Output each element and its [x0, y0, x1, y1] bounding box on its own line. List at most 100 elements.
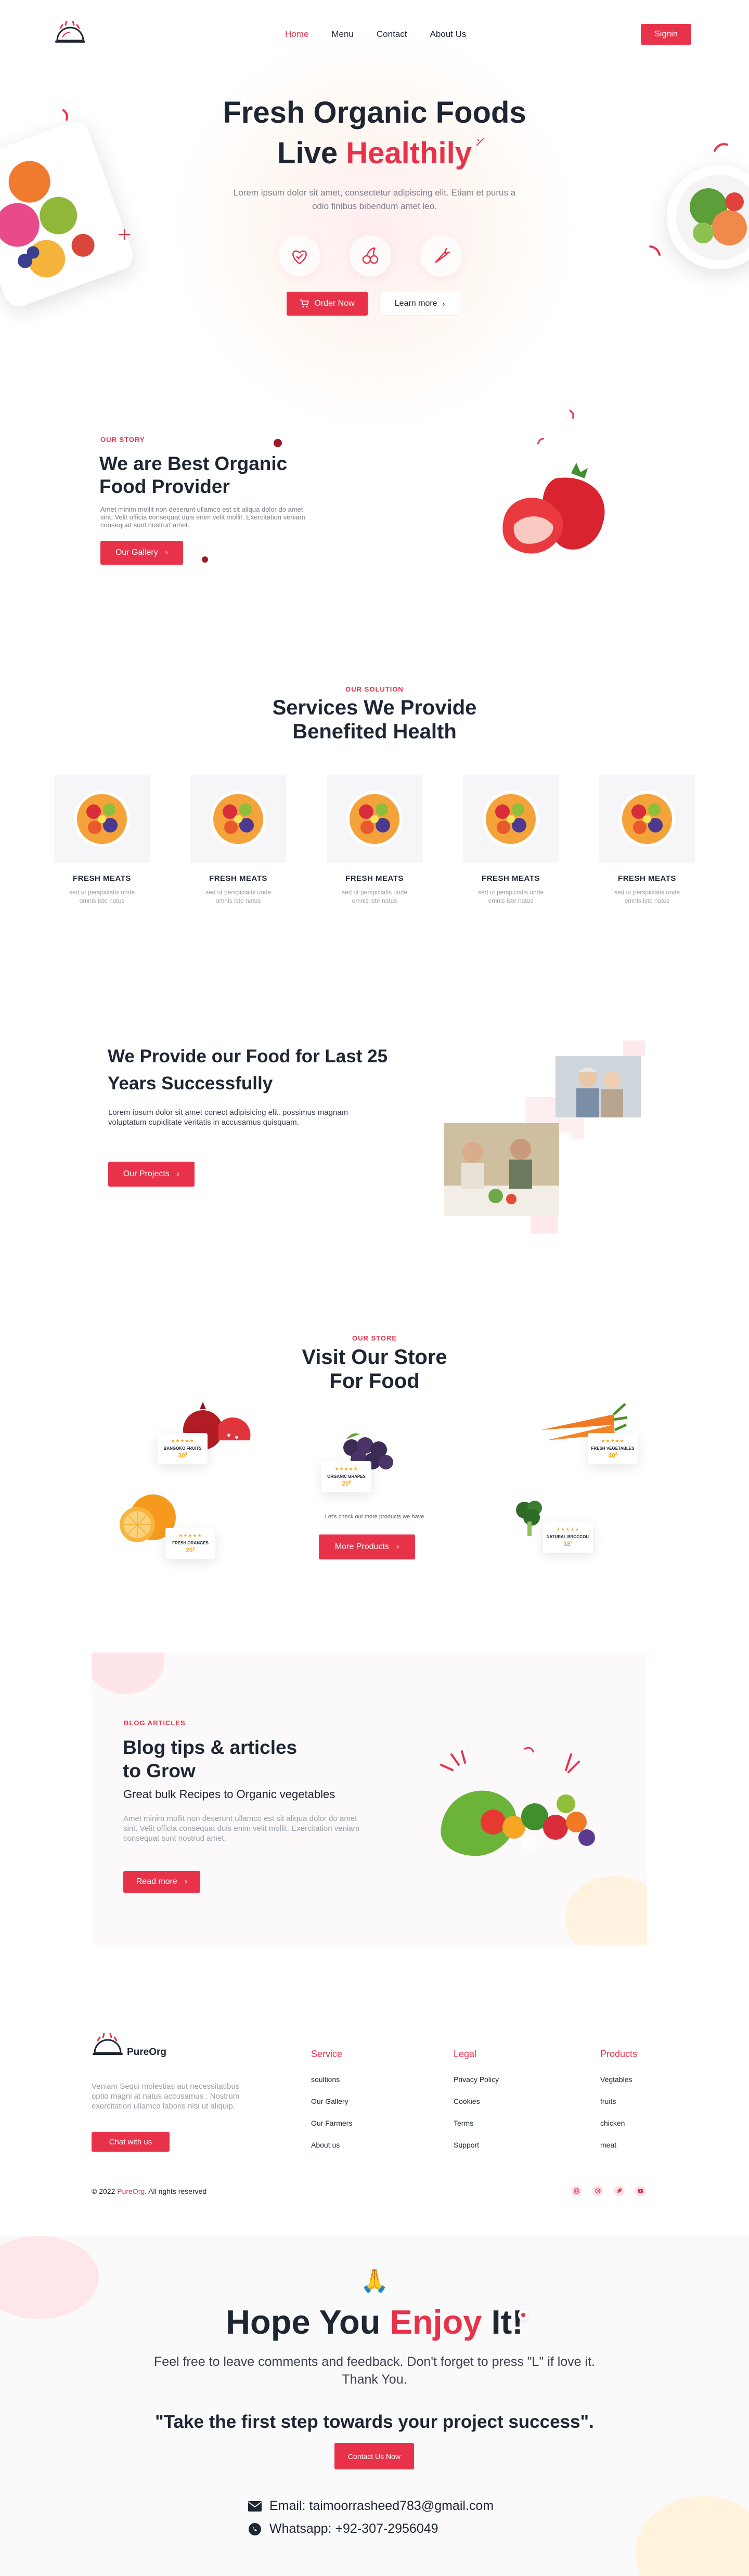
decor-blob [565, 1876, 647, 1945]
our-projects-button[interactable]: Our Projects › [108, 1162, 195, 1187]
copyright: © 2022 PureOrg. All rights reserved [92, 2187, 207, 2195]
story-text: Amet minim mollit non deserunt ullamco e… [100, 505, 305, 529]
blog-subtitle: Great bulk Recipes to Organic vegetables [123, 1788, 335, 1801]
product-card[interactable]: ★★★★★ NATURAL BROCCOLI 18$ [543, 1521, 593, 1553]
footer-link[interactable]: Vegtables [600, 2075, 637, 2084]
hero-icon-carrot [420, 235, 462, 277]
elderly-couple-photo [556, 1056, 641, 1117]
signin-button[interactable]: Signin [641, 24, 691, 45]
whatsapp-icon [249, 2522, 261, 2535]
hero-icons [279, 235, 462, 277]
decor-blob [92, 1653, 164, 1694]
footer-col-title: Products [600, 2049, 638, 2059]
footer-text: Veniam Sequi molestias aut necessitatibu… [92, 2082, 240, 2111]
footer-link[interactable]: Support [454, 2141, 499, 2149]
footer-link[interactable]: Privacy Policy [454, 2075, 499, 2084]
service-desc: sed ut perspiciatis unde omnis iste natu… [205, 889, 272, 904]
footer-link[interactable]: meat [600, 2141, 637, 2149]
service-image [599, 775, 695, 863]
sparkle-icon [119, 229, 130, 240]
services-title: Services We Provide Benefited Health [272, 696, 477, 743]
footer-link[interactable]: soultions [311, 2075, 352, 2084]
product-card[interactable]: ★★★★★ ORGANIC GRAPES 20$ [321, 1461, 371, 1492]
blog-title: Blog tips & articles to Grow [123, 1737, 298, 1781]
chili-icon [569, 409, 574, 419]
strawberry-image [502, 463, 605, 554]
whatsapp-line[interactable]: Whatsapp: +92-307-2956049 [248, 2521, 438, 2536]
family-cooking-photo [444, 1123, 559, 1216]
hero-icon-apple [279, 235, 320, 277]
service-name: FRESH MEATS [345, 874, 404, 883]
service-desc: sed ut perspiciatis unde omnis iste natu… [477, 889, 544, 904]
service-name: FRESH MEATS [73, 874, 131, 883]
youtube-icon[interactable] [635, 2185, 646, 2196]
chat-with-us-button[interactable]: Chat with us [92, 2132, 170, 2152]
footer-link[interactable]: fruits [600, 2097, 637, 2105]
service-card[interactable]: FRESH MEATS sed ut perspiciatis unde omn… [463, 775, 559, 905]
service-image [463, 775, 559, 863]
our-gallery-button[interactable]: Our Gallery › [100, 541, 183, 565]
footer-col-products: Products Vegtables fruits chicken meat [600, 2049, 637, 2163]
logo-icon[interactable] [54, 21, 86, 45]
page: Home Menu Contact About Us Signin [0, 0, 749, 2576]
instagram-icon[interactable] [571, 2185, 582, 2196]
cherry-icon [362, 247, 379, 264]
product-card[interactable]: ★★★★★ FRESH VEGETABLES 40$ [588, 1433, 638, 1464]
fruit-bowl-icon [483, 791, 539, 847]
vegetables-image [440, 1747, 595, 1856]
contact-us-button[interactable]: Contact Us Now [334, 2443, 414, 2469]
footer-col-legal: Legal Privacy Policy Cookies Terms Suppo… [454, 2049, 499, 2163]
chevron-right-icon: › [176, 1169, 180, 1178]
footer-link[interactable]: Our Gallery [311, 2097, 352, 2105]
footer-link[interactable]: Terms [454, 2119, 499, 2127]
years-text: Lorem ipsum dolor sit amet conect adipis… [108, 1108, 348, 1127]
store-eyebrow: OUR STORE [352, 1334, 397, 1342]
email-line[interactable]: Email: taimoorrasheed783@gmail.com [248, 2499, 494, 2514]
thanks-section: 🙏 Hope You Enjoy It! Feel free to leave … [0, 2236, 749, 2576]
social-links [571, 2185, 646, 2196]
order-now-button[interactable]: Order Now [287, 292, 368, 316]
product-card[interactable]: ★★★★★ FRESH ORANGES 25$ [165, 1528, 215, 1559]
service-card[interactable]: FRESH MEATS sed ut perspiciatis unde omn… [327, 775, 422, 905]
footer-link[interactable]: Cookies [454, 2097, 499, 2105]
footer-brand: PureOrg [127, 2047, 167, 2058]
story-eyebrow: OUR STORY [100, 436, 145, 444]
service-card[interactable]: FRESH MEATS sed ut perspiciatis unde omn… [54, 775, 150, 905]
footer-link[interactable]: Our Farmers [311, 2119, 352, 2127]
footer-link[interactable]: chicken [600, 2119, 637, 2127]
learn-more-button[interactable]: Learn more › [379, 292, 460, 316]
decor-blob [636, 2496, 749, 2576]
nav-home[interactable]: Home [285, 29, 308, 40]
product-card[interactable]: ★★★★★ BANGOKO FRUITS 30$ [158, 1433, 208, 1464]
decor-dot [518, 2310, 528, 2320]
store-desc: Let's check out more products we have [325, 1514, 424, 1520]
read-more-button[interactable]: Read more › [123, 1871, 200, 1893]
email-icon [248, 2501, 262, 2512]
service-image [327, 775, 422, 863]
cherry-icon [202, 556, 208, 563]
hero-glow [166, 31, 583, 426]
cart-icon [300, 300, 309, 308]
thanks-title: Hope You Enjoy It! [226, 2303, 523, 2341]
praying-hands-icon: 🙏 [360, 2268, 389, 2294]
carrot-icon [435, 248, 450, 264]
footer-link[interactable]: About us [311, 2141, 352, 2149]
service-desc: sed ut perspiciatis unde omnis iste natu… [69, 889, 135, 904]
service-card[interactable]: FRESH MEATS sed ut perspiciatis unde omn… [190, 775, 286, 905]
fruit-bowl-icon [210, 791, 266, 847]
service-name: FRESH MEATS [482, 874, 540, 883]
more-products-button[interactable]: More Products › [319, 1534, 415, 1559]
footer-logo-icon[interactable] [92, 2033, 124, 2057]
chevron-right-icon: › [396, 1542, 399, 1551]
hero-title-line1: Fresh Organic Foods [223, 96, 526, 129]
dribbble-icon[interactable] [592, 2185, 603, 2196]
years-title: We Provide our Food for Last 25 Years Su… [108, 1046, 388, 1094]
service-name: FRESH MEATS [209, 874, 267, 883]
twitter-icon[interactable] [614, 2185, 625, 2196]
fruit-bowl-icon [619, 791, 675, 847]
service-card[interactable]: FRESH MEATS sed ut perspiciatis unde omn… [599, 775, 695, 905]
service-name: FRESH MEATS [618, 874, 676, 883]
footer-col-service: Service soultions Our Gallery Our Farmer… [311, 2049, 352, 2163]
nav-about[interactable]: About Us [430, 29, 466, 40]
chili-icon [537, 438, 545, 445]
